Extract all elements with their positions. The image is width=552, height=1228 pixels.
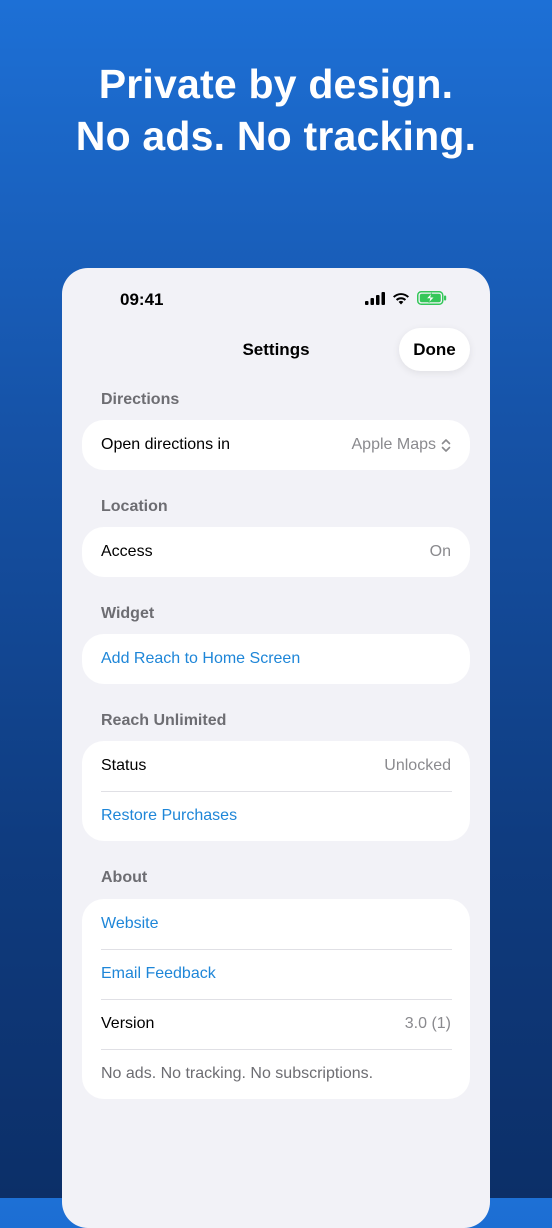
row-status: Status Unlocked bbox=[82, 741, 470, 791]
group-reach-unlimited: Status Unlocked Restore Purchases bbox=[82, 741, 470, 841]
section-header-about: About bbox=[101, 869, 148, 886]
cellular-signal-icon bbox=[365, 291, 385, 305]
section-header-widget: Widget bbox=[101, 605, 155, 622]
version-value: 3.0 (1) bbox=[404, 1015, 451, 1032]
row-location-access[interactable]: Access On bbox=[82, 527, 470, 577]
open-directions-label: Open directions in bbox=[101, 436, 230, 453]
group-directions: Open directions in Apple Maps bbox=[82, 420, 470, 470]
row-add-to-home-screen[interactable]: Add Reach to Home Screen bbox=[82, 634, 470, 684]
group-about: Website Email Feedback Version 3.0 (1) N… bbox=[82, 899, 470, 1099]
row-open-directions-in[interactable]: Open directions in Apple Maps bbox=[82, 420, 470, 470]
about-footnote: No ads. No tracking. No subscriptions. bbox=[101, 1065, 374, 1082]
section-header-reach-unlimited: Reach Unlimited bbox=[101, 712, 227, 729]
location-access-label: Access bbox=[101, 543, 153, 560]
row-version: Version 3.0 (1) bbox=[82, 999, 470, 1049]
group-widget: Add Reach to Home Screen bbox=[82, 634, 470, 684]
version-label: Version bbox=[101, 1015, 155, 1032]
headline-line-1: Private by design. bbox=[98, 61, 454, 107]
location-access-value: On bbox=[429, 543, 451, 560]
restore-purchases-link[interactable]: Restore Purchases bbox=[101, 807, 237, 825]
promo-headline: Private by design. No ads. No tracking. bbox=[0, 58, 552, 162]
done-button[interactable]: Done bbox=[399, 328, 470, 371]
chevron-up-down-icon bbox=[441, 438, 451, 452]
status-time: 09:41 bbox=[120, 290, 164, 309]
row-email-feedback[interactable]: Email Feedback bbox=[82, 949, 470, 999]
headline-line-2: No ads. No tracking. bbox=[75, 113, 477, 159]
phone-screen: 09:41 Settings Done Directions Open dire… bbox=[62, 268, 490, 1228]
add-to-home-screen-link[interactable]: Add Reach to Home Screen bbox=[101, 650, 300, 668]
open-directions-value[interactable]: Apple Maps bbox=[352, 436, 452, 454]
status-value: Unlocked bbox=[384, 757, 451, 774]
row-footnote: No ads. No tracking. No subscriptions. bbox=[82, 1049, 470, 1099]
row-restore-purchases[interactable]: Restore Purchases bbox=[82, 791, 470, 841]
row-website[interactable]: Website bbox=[82, 899, 470, 949]
status-label: Status bbox=[101, 757, 147, 774]
section-header-directions: Directions bbox=[101, 391, 180, 408]
wifi-icon bbox=[393, 292, 409, 304]
battery-charging-icon bbox=[417, 291, 447, 305]
status-icons bbox=[365, 291, 447, 305]
email-feedback-link[interactable]: Email Feedback bbox=[101, 965, 216, 983]
group-location: Access On bbox=[82, 527, 470, 577]
website-link[interactable]: Website bbox=[101, 915, 159, 933]
open-directions-value-text: Apple Maps bbox=[351, 436, 437, 453]
section-header-location: Location bbox=[101, 498, 168, 515]
